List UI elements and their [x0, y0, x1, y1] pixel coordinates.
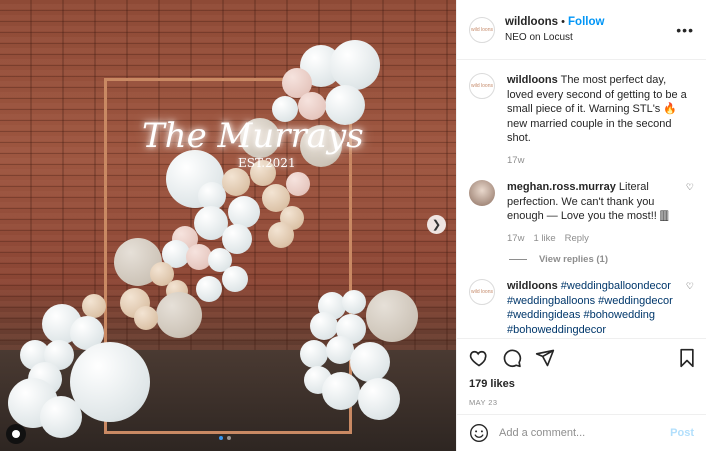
view-replies-button[interactable]: View replies (1) — [509, 254, 694, 265]
balloon — [82, 294, 106, 318]
comment-username[interactable]: meghan.ross.murray — [507, 181, 616, 193]
carousel-dot-active — [219, 436, 223, 440]
heart-outline-icon[interactable]: ♡ — [686, 182, 694, 246]
share-icon[interactable] — [535, 348, 555, 368]
add-comment-bar: Post — [457, 414, 706, 451]
heart-outline-icon[interactable]: ♡ — [686, 281, 694, 337]
reply-button[interactable]: Reply — [565, 232, 589, 247]
instagram-post-modal: The Murrays EST.2021 ❯ wild loons wildlo… — [0, 0, 706, 451]
post-sidebar: wild loons wildloons • Follow NEO on Loc… — [456, 0, 706, 451]
comments-list[interactable]: wild loons wildloons The most perfect da… — [457, 61, 706, 338]
hashtag-link[interactable]: #bohoweddingdecor — [507, 324, 606, 336]
location-link[interactable]: NEO on Locust — [505, 30, 676, 45]
hashtag-link[interactable]: #weddingideas — [507, 309, 580, 321]
action-icons — [469, 347, 696, 369]
comment-meta: 17w 1 like Reply — [507, 232, 680, 247]
balloon — [228, 196, 260, 228]
post-header: wild loons wildloons • Follow NEO on Loc… — [457, 0, 706, 60]
post-date[interactable]: MAY 23 — [469, 398, 696, 407]
caption: wild loons wildloons The most perfect da… — [469, 73, 694, 168]
balloon — [310, 312, 338, 340]
hashtag-comment-avatar[interactable]: wild loons — [469, 279, 495, 305]
caption-time: 17w — [507, 154, 525, 166]
comment-input[interactable] — [499, 427, 671, 439]
balloon — [350, 342, 390, 382]
balloon — [330, 40, 380, 90]
hashtag-comment-username[interactable]: wildloons — [507, 280, 558, 292]
balloon — [268, 222, 294, 248]
avatar-logo-text: wild loons — [471, 289, 493, 295]
caption-meta: 17w — [507, 154, 694, 169]
hashtag-link[interactable]: #weddingballoondecor — [561, 280, 671, 292]
post-photo[interactable]: The Murrays EST.2021 ❯ — [0, 0, 456, 451]
balloon — [358, 378, 400, 420]
balloon — [222, 266, 248, 292]
user-icon — [12, 430, 20, 438]
comment: meghan.ross.murray Literal perfection. W… — [469, 180, 694, 246]
carousel-indicator — [219, 436, 231, 440]
caption-avatar[interactable]: wild loons — [469, 73, 495, 99]
commenter-avatar[interactable] — [469, 180, 495, 206]
balloon — [134, 306, 158, 330]
header-info: wildloons • Follow NEO on Locust — [505, 15, 676, 45]
next-photo-button[interactable]: ❯ — [427, 215, 446, 234]
caption-text-end: new married couple in the second shot. — [507, 117, 672, 145]
chevron-right-icon: ❯ — [431, 219, 442, 231]
carousel-dot — [227, 436, 231, 440]
avatar-logo-text: wild loons — [471, 26, 493, 33]
fire-emoji: 🔥 — [663, 103, 678, 115]
emoji-icon[interactable] — [469, 423, 489, 443]
likes-count[interactable]: 179 likes — [469, 378, 696, 390]
comment-icon[interactable] — [502, 348, 522, 368]
balloon — [322, 372, 360, 410]
balloon — [286, 172, 310, 196]
comment-likes[interactable]: 1 like — [533, 232, 555, 247]
bookmark-icon[interactable] — [678, 348, 696, 368]
balloon — [196, 276, 222, 302]
comment-time: 17w — [507, 232, 525, 244]
follow-button[interactable]: Follow — [568, 16, 604, 28]
view-replies-label: View replies (1) — [539, 254, 608, 265]
comment-body: meghan.ross.murray Literal perfection. W… — [507, 180, 680, 246]
balloon — [300, 340, 328, 368]
balloon — [70, 342, 150, 422]
caption-username[interactable]: wildloons — [507, 74, 558, 86]
hashtag-link[interactable]: #weddingballoons — [507, 295, 595, 307]
account-username[interactable]: wildloons — [505, 16, 558, 28]
post-actions: 179 likes MAY 23 — [457, 338, 706, 407]
balloon — [156, 292, 202, 338]
hashtag-comment-body: wildloons #weddingballoondecor #weddingb… — [507, 279, 680, 337]
hashtag-comment: wild loons wildloons #weddingballoondeco… — [469, 279, 694, 337]
avatar-logo-text: wild loons — [471, 83, 493, 89]
replies-line — [509, 259, 527, 260]
tagged-users-button[interactable] — [6, 424, 26, 444]
balloon — [366, 290, 418, 342]
account-avatar[interactable]: wild loons — [469, 16, 495, 43]
post-comment-button[interactable]: Post — [670, 427, 694, 439]
neon-sign-subtitle: EST.2021 — [238, 156, 296, 170]
dot-separator: • — [561, 15, 565, 28]
hashtag-link[interactable]: #bohowedding — [583, 309, 655, 321]
neon-sign-title: The Murrays — [142, 116, 364, 156]
hashtag-link[interactable]: #weddingdecor — [598, 295, 673, 307]
heart-icon[interactable] — [469, 348, 489, 368]
balloon — [40, 396, 82, 438]
caption-body: wildloons The most perfect day, loved ev… — [507, 73, 694, 168]
more-options-button[interactable]: ••• — [676, 22, 694, 38]
balloon — [342, 290, 366, 314]
more-horizontal-icon: ••• — [676, 21, 694, 38]
balloon — [222, 168, 250, 196]
